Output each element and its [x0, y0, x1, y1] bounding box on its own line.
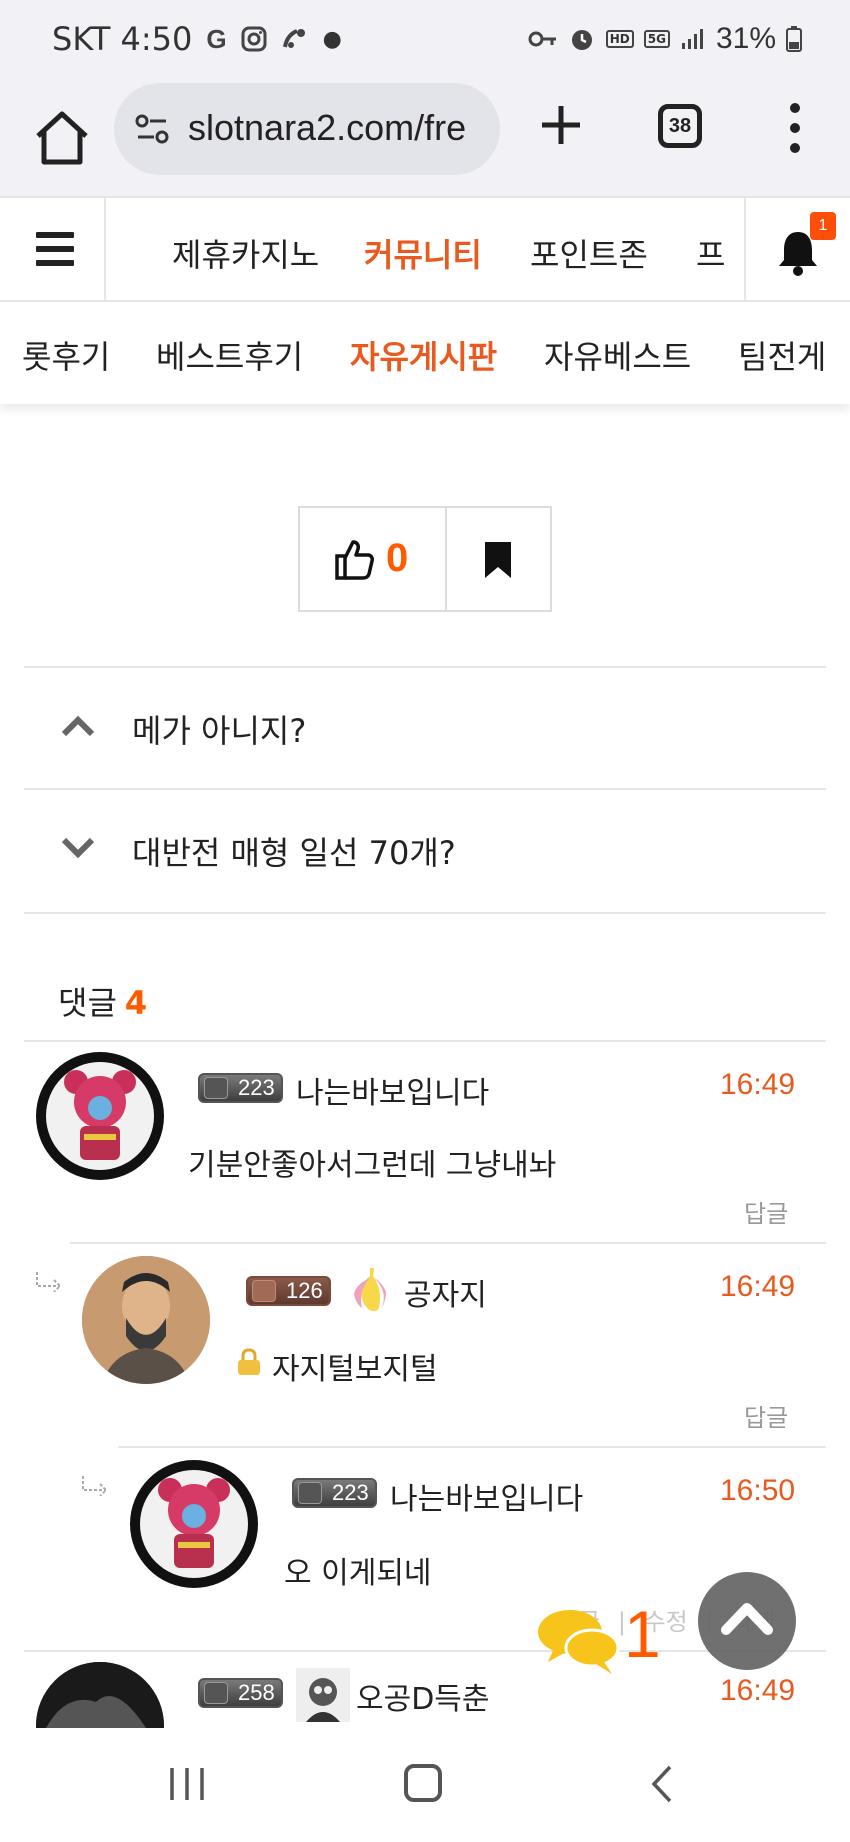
comments-count: 4	[124, 984, 148, 1022]
comment-time: 16:49	[720, 1068, 796, 1101]
scroll-to-top-button[interactable]	[698, 1572, 796, 1670]
dot-icon: ●	[322, 26, 342, 52]
prev-post-link[interactable]: 메가 아니지?	[24, 666, 826, 788]
rank-icon	[252, 1280, 276, 1302]
level-badge: 223	[292, 1478, 377, 1508]
hamburger-menu-icon[interactable]	[0, 198, 106, 300]
comment-time: 16:49	[720, 1674, 796, 1707]
back-icon[interactable]	[650, 1764, 674, 1804]
prev-post-title: 메가 아니지?	[132, 712, 307, 750]
nav-item-casino[interactable]: 제휴카지노	[172, 230, 319, 276]
alarm-icon	[571, 30, 592, 50]
banana-icon	[354, 1268, 386, 1312]
nav-item-truncated[interactable]: 프	[696, 230, 725, 276]
address-bar[interactable]: slotnara2.com/fre	[114, 83, 500, 175]
divider	[118, 1446, 826, 1448]
skull-emblem-icon	[296, 1668, 350, 1722]
divider	[70, 1242, 826, 1244]
sub-item-free-board[interactable]: 자유게시판	[350, 332, 497, 378]
chevron-up-icon	[721, 1603, 773, 1635]
bookmark-icon	[484, 542, 511, 578]
site-settings-icon[interactable]	[134, 111, 170, 147]
comment-text: 자지털보지털	[272, 1352, 438, 1387]
bear-avatar-icon	[46, 1062, 154, 1170]
comment-time: 16:50	[720, 1474, 796, 1507]
battery-icon	[786, 26, 802, 52]
lock-icon	[238, 1348, 260, 1375]
tab-switcher-button[interactable]: 38	[658, 104, 702, 148]
comment-author[interactable]: 나는바보입니다	[296, 1068, 489, 1112]
chevron-down-icon	[61, 837, 95, 859]
network-5g-badge: 5G	[643, 30, 670, 48]
next-post-link[interactable]: 대반전 매형 일선 70개?	[24, 788, 826, 910]
avatar[interactable]	[36, 1052, 164, 1180]
dark-avatar-icon	[36, 1662, 164, 1728]
portrait-avatar-icon	[82, 1256, 210, 1384]
comment-text: 오 이게되네	[284, 1556, 432, 1591]
comments-header: 댓글 4	[58, 978, 147, 1024]
reply-button[interactable]: 답글	[744, 1398, 788, 1433]
notification-badge: 1	[810, 212, 836, 240]
level-badge: 258	[198, 1678, 283, 1708]
like-button[interactable]: 0	[300, 508, 447, 610]
nav-item-community[interactable]: 커뮤니티	[364, 230, 482, 276]
comments-label: 댓글	[58, 984, 117, 1022]
vpn-key-icon	[528, 31, 556, 47]
comment-time: 16:49	[720, 1270, 796, 1303]
home-nav-icon[interactable]	[404, 1764, 442, 1802]
next-post-title: 대반전 매형 일선 70개?	[132, 834, 456, 872]
battery-level: 31%	[715, 22, 776, 55]
level-badge: 126	[246, 1276, 331, 1306]
comment-text: 기분안좋아서그런데 그냥내놔	[188, 1148, 557, 1183]
comment-author[interactable]: 오공D득춘	[356, 1674, 490, 1718]
more-menu-icon[interactable]	[780, 100, 810, 156]
signal-icon	[681, 29, 703, 49]
post-actions: 0	[298, 506, 552, 612]
hd-voice-badge: HD	[605, 30, 634, 48]
chevron-up-icon	[61, 715, 95, 737]
board-sub-nav: 롯후기 베스트후기 자유게시판 자유베스트 팀전게	[0, 302, 850, 404]
status-bar: SKT 4:50 G ● HD 5G 31%	[0, 0, 850, 80]
divider	[24, 1040, 826, 1042]
instagram-icon	[241, 26, 267, 52]
system-nav-bar	[0, 1728, 850, 1842]
divider	[24, 912, 826, 914]
reply-arrow-icon	[36, 1272, 62, 1292]
level-badge: 223	[198, 1073, 283, 1103]
avatar[interactable]	[36, 1662, 164, 1728]
bear-avatar-icon	[140, 1470, 248, 1578]
carrier-time: SKT 4:50	[52, 20, 193, 58]
like-count: 0	[386, 536, 409, 580]
home-icon[interactable]	[30, 106, 94, 170]
comment-bubbles-icon[interactable]	[534, 1602, 624, 1682]
thumbs-up-icon	[335, 540, 374, 580]
browser-toolbar: slotnara2.com/fre 38	[0, 80, 850, 196]
sub-item-free-best[interactable]: 자유베스트	[544, 332, 691, 378]
nav-item-point-zone[interactable]: 포인트존	[530, 230, 648, 276]
notification-button[interactable]: 1	[744, 198, 850, 300]
recent-apps-icon[interactable]	[168, 1766, 206, 1802]
missed-call-icon	[282, 29, 305, 48]
avatar[interactable]	[130, 1460, 258, 1588]
sub-item-slot-review[interactable]: 롯후기	[22, 332, 110, 378]
site-main-nav: 제휴카지노 커뮤니티 포인트존 프 1	[0, 196, 850, 302]
bookmark-button[interactable]	[447, 508, 550, 610]
reply-button[interactable]: 답글	[744, 1194, 788, 1229]
floating-comment-count[interactable]: 1	[624, 1596, 661, 1672]
rank-icon	[204, 1682, 228, 1704]
sub-item-team-game[interactable]: 팀전게	[738, 332, 826, 378]
avatar[interactable]	[82, 1256, 210, 1384]
comment-author[interactable]: 공자지	[404, 1270, 487, 1314]
google-icon: G	[206, 23, 227, 54]
comment-author[interactable]: 나는바보입니다	[390, 1474, 583, 1518]
reply-arrow-icon	[82, 1476, 108, 1496]
rank-icon	[204, 1077, 228, 1099]
sub-item-best-review[interactable]: 베스트후기	[156, 332, 303, 378]
url-text: slotnara2.com/fre	[188, 107, 467, 148]
rank-icon	[298, 1482, 322, 1504]
new-tab-icon[interactable]	[536, 100, 586, 150]
